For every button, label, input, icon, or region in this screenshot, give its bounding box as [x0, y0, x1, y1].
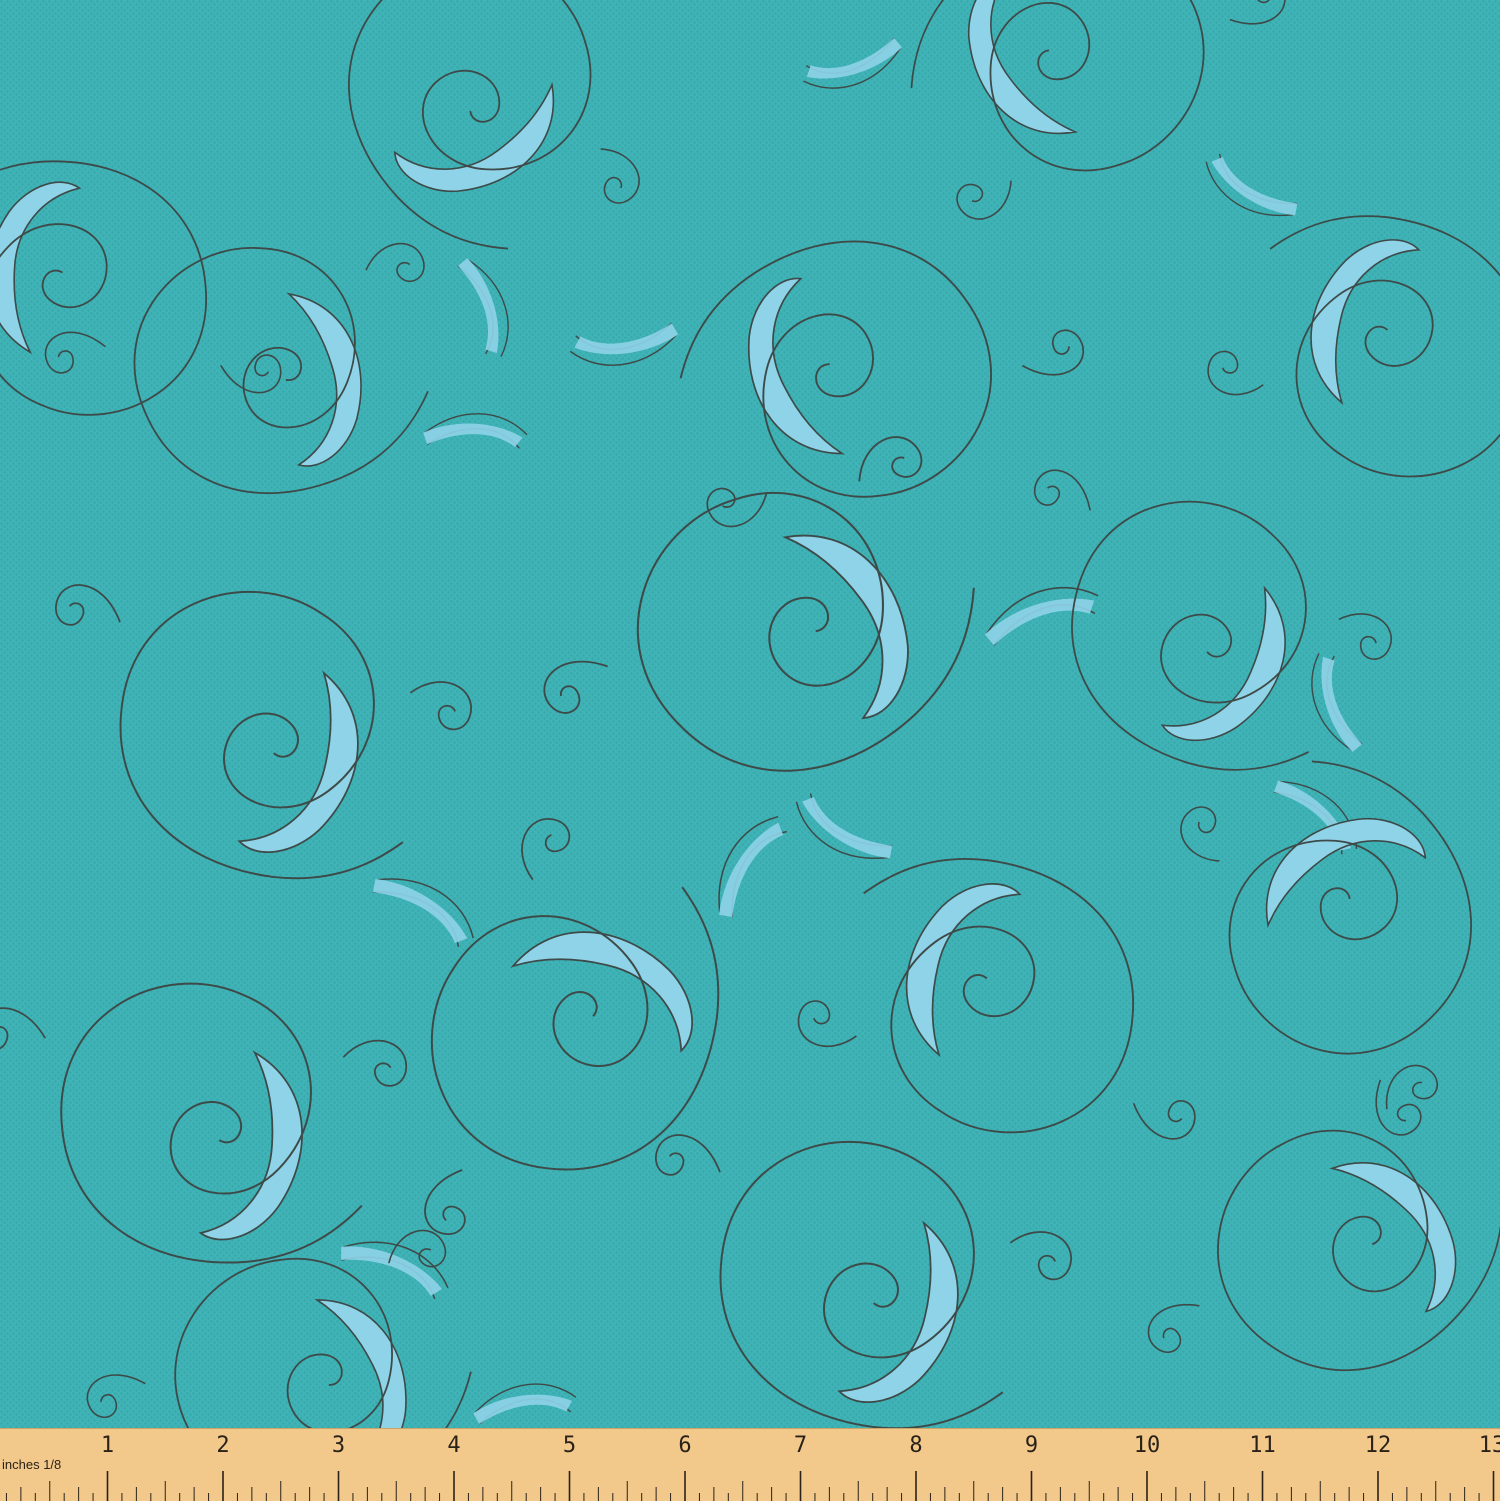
ruler-number: 4 [447, 1433, 461, 1458]
ruler-number: 7 [793, 1433, 808, 1458]
ruler-number: 1 [100, 1433, 115, 1458]
swirl-pattern [0, 0, 1500, 1428]
ruler-number: 9 [1024, 1433, 1039, 1458]
ruler-number: 10 [1133, 1433, 1161, 1458]
ruler-number: 6 [678, 1433, 692, 1458]
ruler-number: 3 [331, 1433, 346, 1458]
measuring-ruler: inches 1/8 12345678910111213 [0, 1428, 1500, 1501]
ruler-unit-label: inches 1/8 [2, 1457, 62, 1472]
ruler-number: 8 [909, 1433, 923, 1458]
fabric-swatch [0, 0, 1500, 1428]
ruler-number: 11 [1249, 1433, 1276, 1458]
ruler-number: 5 [562, 1433, 577, 1458]
ruler-number: 2 [216, 1433, 230, 1458]
ruler-number: 12 [1364, 1433, 1392, 1458]
ruler-number: 13 [1478, 1433, 1500, 1458]
